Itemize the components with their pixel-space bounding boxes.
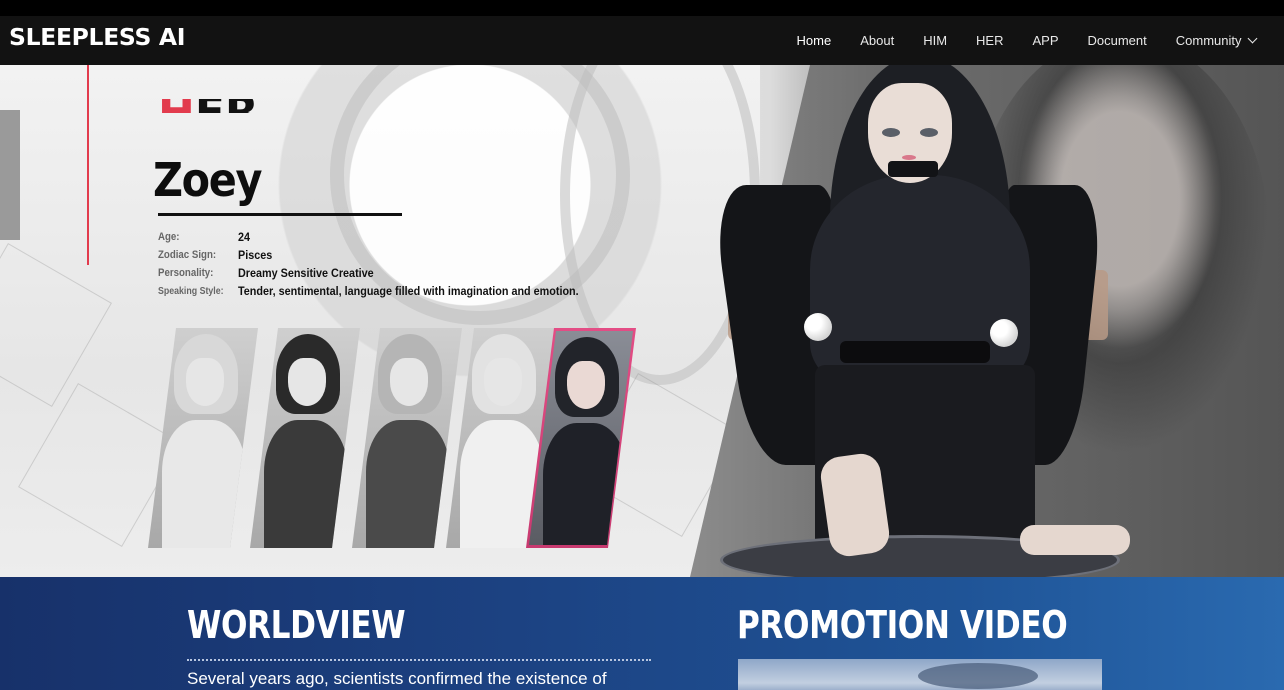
- site-logo[interactable]: SLEEPLESS AI: [9, 25, 185, 51]
- nav-item-app[interactable]: APP: [1018, 33, 1073, 48]
- attribute-row-personality: Personality: Dreamy Sensitive Creative: [158, 264, 617, 282]
- section-heading-her: HER: [158, 99, 259, 113]
- attribute-value: 24: [238, 230, 251, 244]
- attribute-value: Tender, sentimental, language filled wit…: [238, 284, 579, 298]
- nav-item-about[interactable]: About: [846, 33, 909, 48]
- attribute-row-zodiac: Zodiac Sign: Pisces: [158, 246, 617, 264]
- promotion-video-thumbnail[interactable]: [738, 659, 1102, 690]
- attribute-row-age: Age: 24: [158, 228, 617, 246]
- orb-icon: [990, 319, 1018, 347]
- main-nav: Home About HIM HER APP Document Communit…: [782, 16, 1270, 65]
- character-card[interactable]: [250, 328, 360, 548]
- chevron-down-icon: [1247, 33, 1257, 44]
- accent-line: [87, 65, 89, 265]
- character-collar: [888, 161, 938, 177]
- character-hand: [1020, 525, 1130, 555]
- worldview-title: WORLDVIEW: [187, 603, 406, 647]
- nav-item-community-label: Community: [1175, 33, 1242, 48]
- worldview-divider: [187, 659, 651, 661]
- attribute-label: Personality:: [158, 267, 214, 279]
- background-panel: [0, 110, 20, 240]
- orb-icon: [804, 313, 832, 341]
- attribute-label: Age:: [158, 231, 180, 243]
- attribute-value: Pisces: [238, 248, 273, 262]
- name-underline: [158, 213, 402, 216]
- nav-item-her[interactable]: HER: [962, 33, 1018, 48]
- character-illustration: [710, 55, 1140, 585]
- attribute-value: Dreamy Sensitive Creative: [238, 266, 374, 280]
- character-belt: [840, 341, 990, 363]
- nav-item-community[interactable]: Community: [1161, 33, 1270, 48]
- promotion-video-title: PROMOTION VIDEO: [737, 603, 1068, 647]
- window-top-bar: [0, 0, 1284, 16]
- character-card[interactable]: [148, 328, 258, 548]
- attribute-label: Zodiac Sign:: [158, 249, 217, 261]
- attribute-label: Speaking Style:: [158, 285, 224, 297]
- attribute-row-speaking-style: Speaking Style: Tender, sentimental, lan…: [158, 282, 617, 300]
- worldview-text: Several years ago, scientists confirmed …: [187, 669, 607, 688]
- character-name: Zoey: [153, 153, 262, 207]
- character-attributes: Age: 24 Zodiac Sign: Pisces Personality:…: [158, 228, 617, 300]
- site-navbar: SLEEPLESS AI Home About HIM HER APP Docu…: [0, 16, 1284, 65]
- nav-item-document[interactable]: Document: [1073, 33, 1161, 48]
- character-selector: [148, 328, 648, 550]
- nav-item-home[interactable]: Home: [782, 33, 846, 48]
- info-section: WORLDVIEW Several years ago, scientists …: [0, 577, 1284, 690]
- character-card[interactable]: [352, 328, 462, 548]
- nav-item-him[interactable]: HIM: [909, 33, 962, 48]
